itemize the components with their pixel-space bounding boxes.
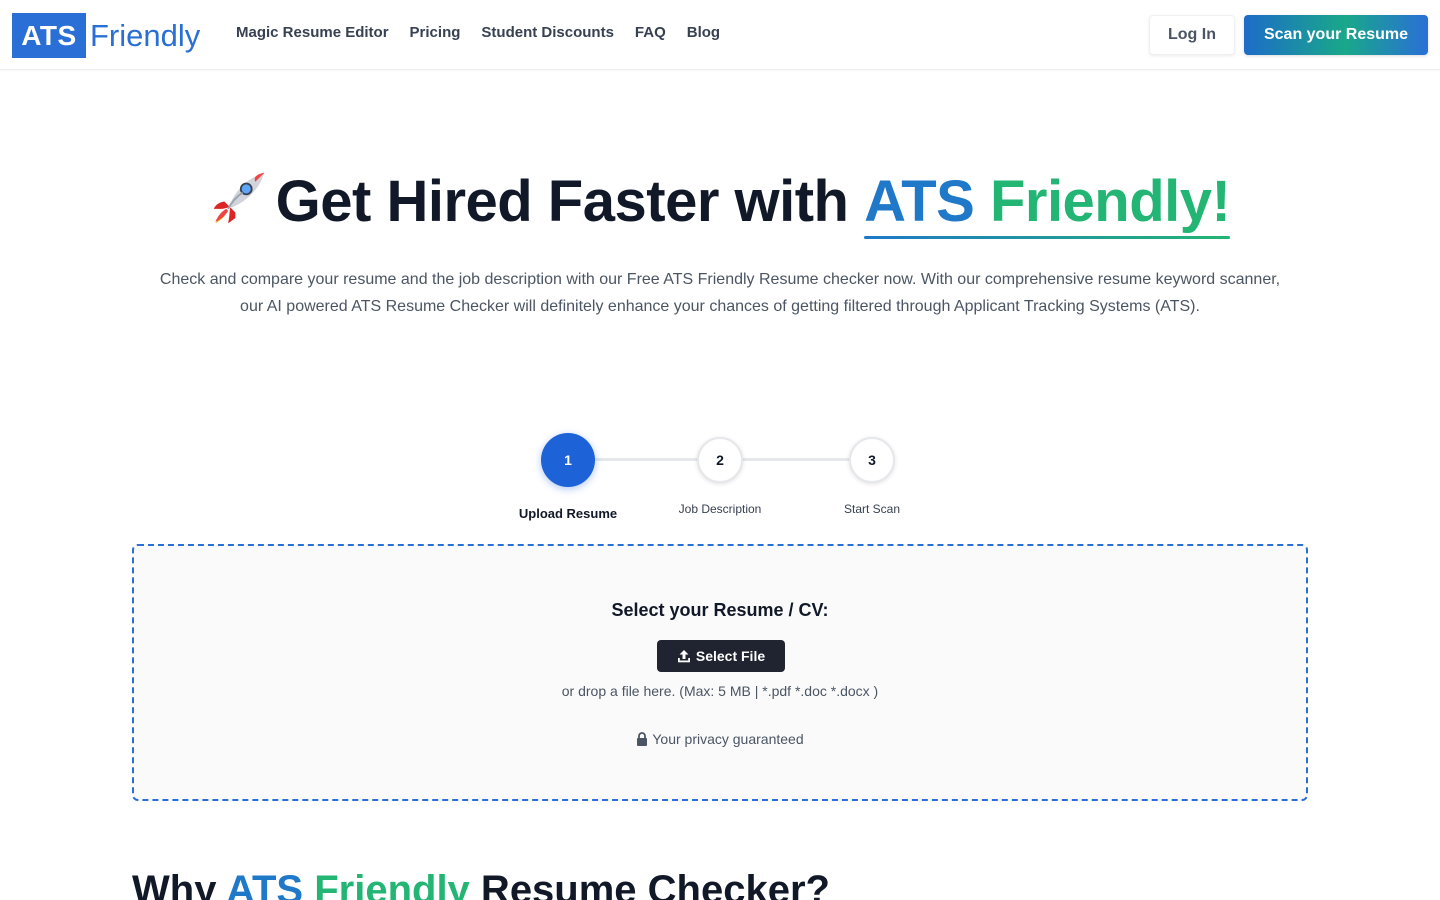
upload-title: Select your Resume / CV:: [611, 600, 829, 620]
nav-link-student-discounts[interactable]: Student Discounts: [481, 24, 614, 41]
hero-brand-friendly: Friendly!: [989, 169, 1231, 234]
step-3-label: Start Scan: [843, 502, 901, 516]
resume-dropzone[interactable]: Select your Resume / CV: Select File or …: [132, 544, 1308, 801]
upload-stepper: 1 2 3 Upload Resume Job Description Star…: [0, 432, 1440, 522]
step-2-label: Job Description: [678, 502, 762, 516]
nav-link-faq[interactable]: FAQ: [635, 24, 666, 41]
why-brand-friendly: Friendly: [314, 868, 470, 900]
rocket-icon: [213, 172, 265, 224]
hero-title-prefix: Get Hired Faster with: [275, 169, 865, 234]
step-connector: [594, 458, 698, 461]
hero-brand-underline: [864, 236, 1231, 239]
logo-ats-box: ATS: [12, 13, 86, 58]
select-file-label: Select File: [695, 648, 766, 664]
privacy-text: Your privacy guaranteed: [652, 731, 804, 747]
nav-links: Magic Resume Editor Pricing Student Disc…: [236, 24, 720, 41]
top-navbar: ATS Friendly Magic Resume Editor Pricing…: [0, 0, 1440, 70]
hero-brand: ATS Friendly!: [864, 168, 1231, 239]
nav-link-pricing[interactable]: Pricing: [410, 24, 461, 41]
why-suffix: Resume Checker?: [469, 868, 830, 900]
step-1-circle[interactable]: 1: [541, 433, 595, 487]
step-3-circle[interactable]: 3: [849, 437, 895, 483]
upload-hint: or drop a file here. (Max: 5 MB | *.pdf …: [561, 683, 879, 699]
scan-resume-button[interactable]: Scan your Resume: [1244, 15, 1428, 55]
why-heading: Why ATS Friendly Resume Checker?: [132, 868, 830, 900]
step-2-circle[interactable]: 2: [697, 437, 743, 483]
nav-link-magic-resume-editor[interactable]: Magic Resume Editor: [236, 24, 389, 41]
select-file-button[interactable]: Select File: [657, 640, 785, 672]
nav-link-blog[interactable]: Blog: [687, 24, 720, 41]
privacy-note: Your privacy guaranteed: [134, 731, 1306, 747]
hero-brand-ats: ATS: [864, 169, 975, 234]
upload-icon: [677, 650, 690, 663]
site-logo[interactable]: ATS Friendly: [12, 13, 200, 58]
login-button[interactable]: Log In: [1149, 15, 1235, 55]
step-connector: [742, 458, 850, 461]
hero-title: Get Hired Faster with ATS Friendly!: [0, 168, 1440, 239]
hero-subtitle: Check and compare your resume and the jo…: [159, 271, 1281, 315]
step-1-label: Upload Resume: [518, 506, 618, 521]
lock-icon: [637, 732, 648, 746]
why-brand-ats: ATS: [226, 868, 304, 900]
logo-friendly-text: Friendly: [90, 17, 201, 53]
why-prefix: Why: [132, 868, 227, 900]
